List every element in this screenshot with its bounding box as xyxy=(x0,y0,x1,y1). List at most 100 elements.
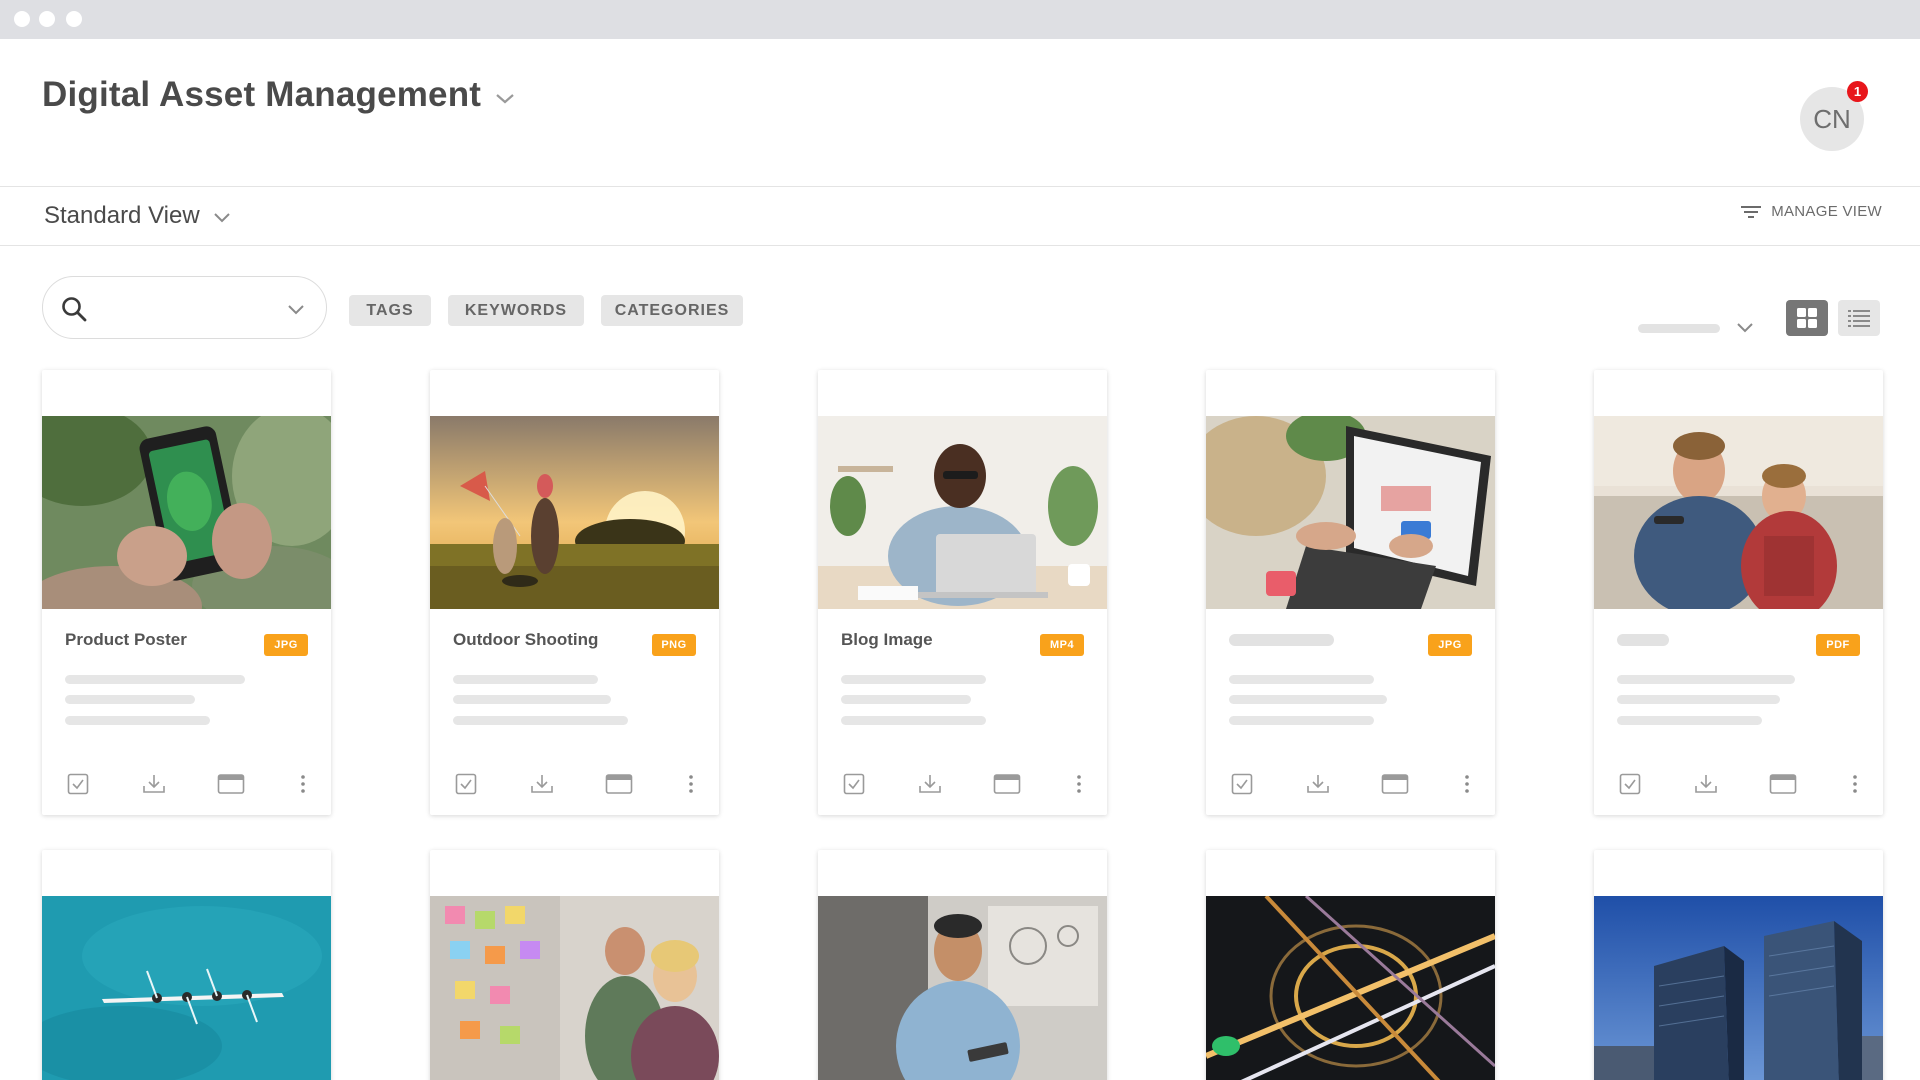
photo-family-kite-sunset xyxy=(430,416,719,609)
asset-card[interactable] xyxy=(42,850,331,1080)
asset-card[interactable] xyxy=(818,850,1107,1080)
select-checkbox-icon[interactable] xyxy=(64,770,92,798)
photo-skyscrapers xyxy=(1594,896,1883,1080)
asset-thumbnail[interactable] xyxy=(1594,416,1883,609)
meta-placeholder xyxy=(65,716,210,725)
preview-window-icon[interactable] xyxy=(1380,770,1410,798)
filter-lines-icon xyxy=(1741,205,1762,218)
preview-window-icon[interactable] xyxy=(992,770,1022,798)
asset-card[interactable]: Outdoor Shooting PNG xyxy=(430,370,719,815)
file-type-badge: JPG xyxy=(1428,634,1472,656)
file-type-badge: MP4 xyxy=(1040,634,1084,656)
asset-card[interactable]: Product Poster JPG xyxy=(42,370,331,815)
photo-man-tablet xyxy=(818,896,1107,1080)
select-checkbox-icon[interactable] xyxy=(1616,770,1644,798)
meta-placeholder xyxy=(1617,716,1762,725)
file-type-badge: PNG xyxy=(652,634,696,656)
preview-window-icon[interactable] xyxy=(1768,770,1798,798)
window-close-control[interactable] xyxy=(14,11,30,27)
meta-placeholder xyxy=(65,695,195,704)
chevron-down-icon[interactable] xyxy=(494,92,516,106)
list-view-toggle[interactable] xyxy=(1838,300,1880,336)
asset-thumbnail[interactable] xyxy=(1594,896,1883,1080)
photo-rowing-aerial xyxy=(42,896,331,1080)
download-icon[interactable] xyxy=(1304,770,1332,798)
filter-chip-keywords[interactable]: KEYWORDS xyxy=(448,295,584,326)
chevron-down-icon[interactable] xyxy=(1736,322,1754,334)
filter-chip-categories[interactable]: CATEGORIES xyxy=(601,295,743,326)
window-titlebar xyxy=(0,0,1920,39)
grid-view-toggle[interactable] xyxy=(1786,300,1828,336)
asset-thumbnail[interactable] xyxy=(1206,896,1495,1080)
window-minimize-control[interactable] xyxy=(39,11,55,27)
meta-placeholder xyxy=(1229,716,1374,725)
meta-placeholder xyxy=(1617,675,1795,684)
select-checkbox-icon[interactable] xyxy=(1228,770,1256,798)
search-icon xyxy=(62,297,87,322)
preview-window-icon[interactable] xyxy=(604,770,634,798)
card-actions xyxy=(1206,770,1495,798)
app-title[interactable]: Digital Asset Management xyxy=(42,75,481,115)
asset-thumbnail[interactable] xyxy=(42,416,331,609)
card-actions xyxy=(1594,770,1883,798)
filter-chip-tags[interactable]: TAGS xyxy=(349,295,431,326)
app-header: Digital Asset Management CN 1 xyxy=(0,39,1920,187)
card-actions xyxy=(430,770,719,798)
manage-view-button[interactable]: MANAGE VIEW xyxy=(1741,203,1882,220)
asset-card[interactable] xyxy=(1594,850,1883,1080)
photo-hands-phone-plant xyxy=(42,416,331,609)
asset-card[interactable]: PDF xyxy=(1594,370,1883,815)
more-options-icon[interactable] xyxy=(296,770,310,798)
manage-view-label: MANAGE VIEW xyxy=(1771,203,1882,220)
card-actions xyxy=(818,770,1107,798)
asset-thumbnail[interactable] xyxy=(42,896,331,1080)
select-checkbox-icon[interactable] xyxy=(452,770,480,798)
download-icon[interactable] xyxy=(1692,770,1720,798)
list-icon xyxy=(1848,310,1870,327)
asset-thumbnail[interactable] xyxy=(818,416,1107,609)
photo-highway-night xyxy=(1206,896,1495,1080)
meta-placeholder xyxy=(841,695,971,704)
asset-thumbnail[interactable] xyxy=(430,416,719,609)
asset-card[interactable]: Blog Image MP4 xyxy=(818,370,1107,815)
more-options-icon[interactable] xyxy=(1072,770,1086,798)
notification-badge: 1 xyxy=(1847,81,1868,102)
chevron-down-icon[interactable] xyxy=(287,304,305,316)
file-type-badge: JPG xyxy=(264,634,308,656)
photo-man-laptop xyxy=(818,416,1107,609)
more-options-icon[interactable] xyxy=(1848,770,1862,798)
asset-card[interactable] xyxy=(430,850,719,1080)
asset-card[interactable]: JPG xyxy=(1206,370,1495,815)
asset-title[interactable]: Outdoor Shooting xyxy=(453,630,598,650)
file-type-badge: PDF xyxy=(1816,634,1860,656)
card-actions xyxy=(42,770,331,798)
asset-thumbnail[interactable] xyxy=(818,896,1107,1080)
photo-father-son-couch xyxy=(1594,416,1883,609)
meta-placeholder xyxy=(1617,695,1780,704)
asset-thumbnail[interactable] xyxy=(1206,416,1495,609)
preview-window-icon[interactable] xyxy=(216,770,246,798)
meta-placeholder xyxy=(841,675,986,684)
download-icon[interactable] xyxy=(916,770,944,798)
grid-icon xyxy=(1797,308,1817,328)
more-options-icon[interactable] xyxy=(1460,770,1474,798)
asset-title[interactable]: Product Poster xyxy=(65,630,187,650)
more-options-icon[interactable] xyxy=(684,770,698,798)
download-icon[interactable] xyxy=(528,770,556,798)
asset-card[interactable] xyxy=(1206,850,1495,1080)
title-placeholder xyxy=(1229,634,1334,646)
search-input[interactable] xyxy=(99,291,279,325)
window-maximize-control[interactable] xyxy=(66,11,82,27)
asset-title[interactable]: Blog Image xyxy=(841,630,933,650)
photo-team-sticky-notes xyxy=(430,896,719,1080)
view-selector[interactable]: Standard View xyxy=(44,202,200,230)
chevron-down-icon[interactable] xyxy=(213,212,231,224)
search-box[interactable] xyxy=(42,276,327,339)
asset-thumbnail[interactable] xyxy=(430,896,719,1080)
meta-placeholder xyxy=(65,675,245,684)
download-icon[interactable] xyxy=(140,770,168,798)
sort-dropdown-placeholder[interactable] xyxy=(1638,324,1720,333)
meta-placeholder xyxy=(453,716,628,725)
select-checkbox-icon[interactable] xyxy=(840,770,868,798)
meta-placeholder xyxy=(841,716,986,725)
